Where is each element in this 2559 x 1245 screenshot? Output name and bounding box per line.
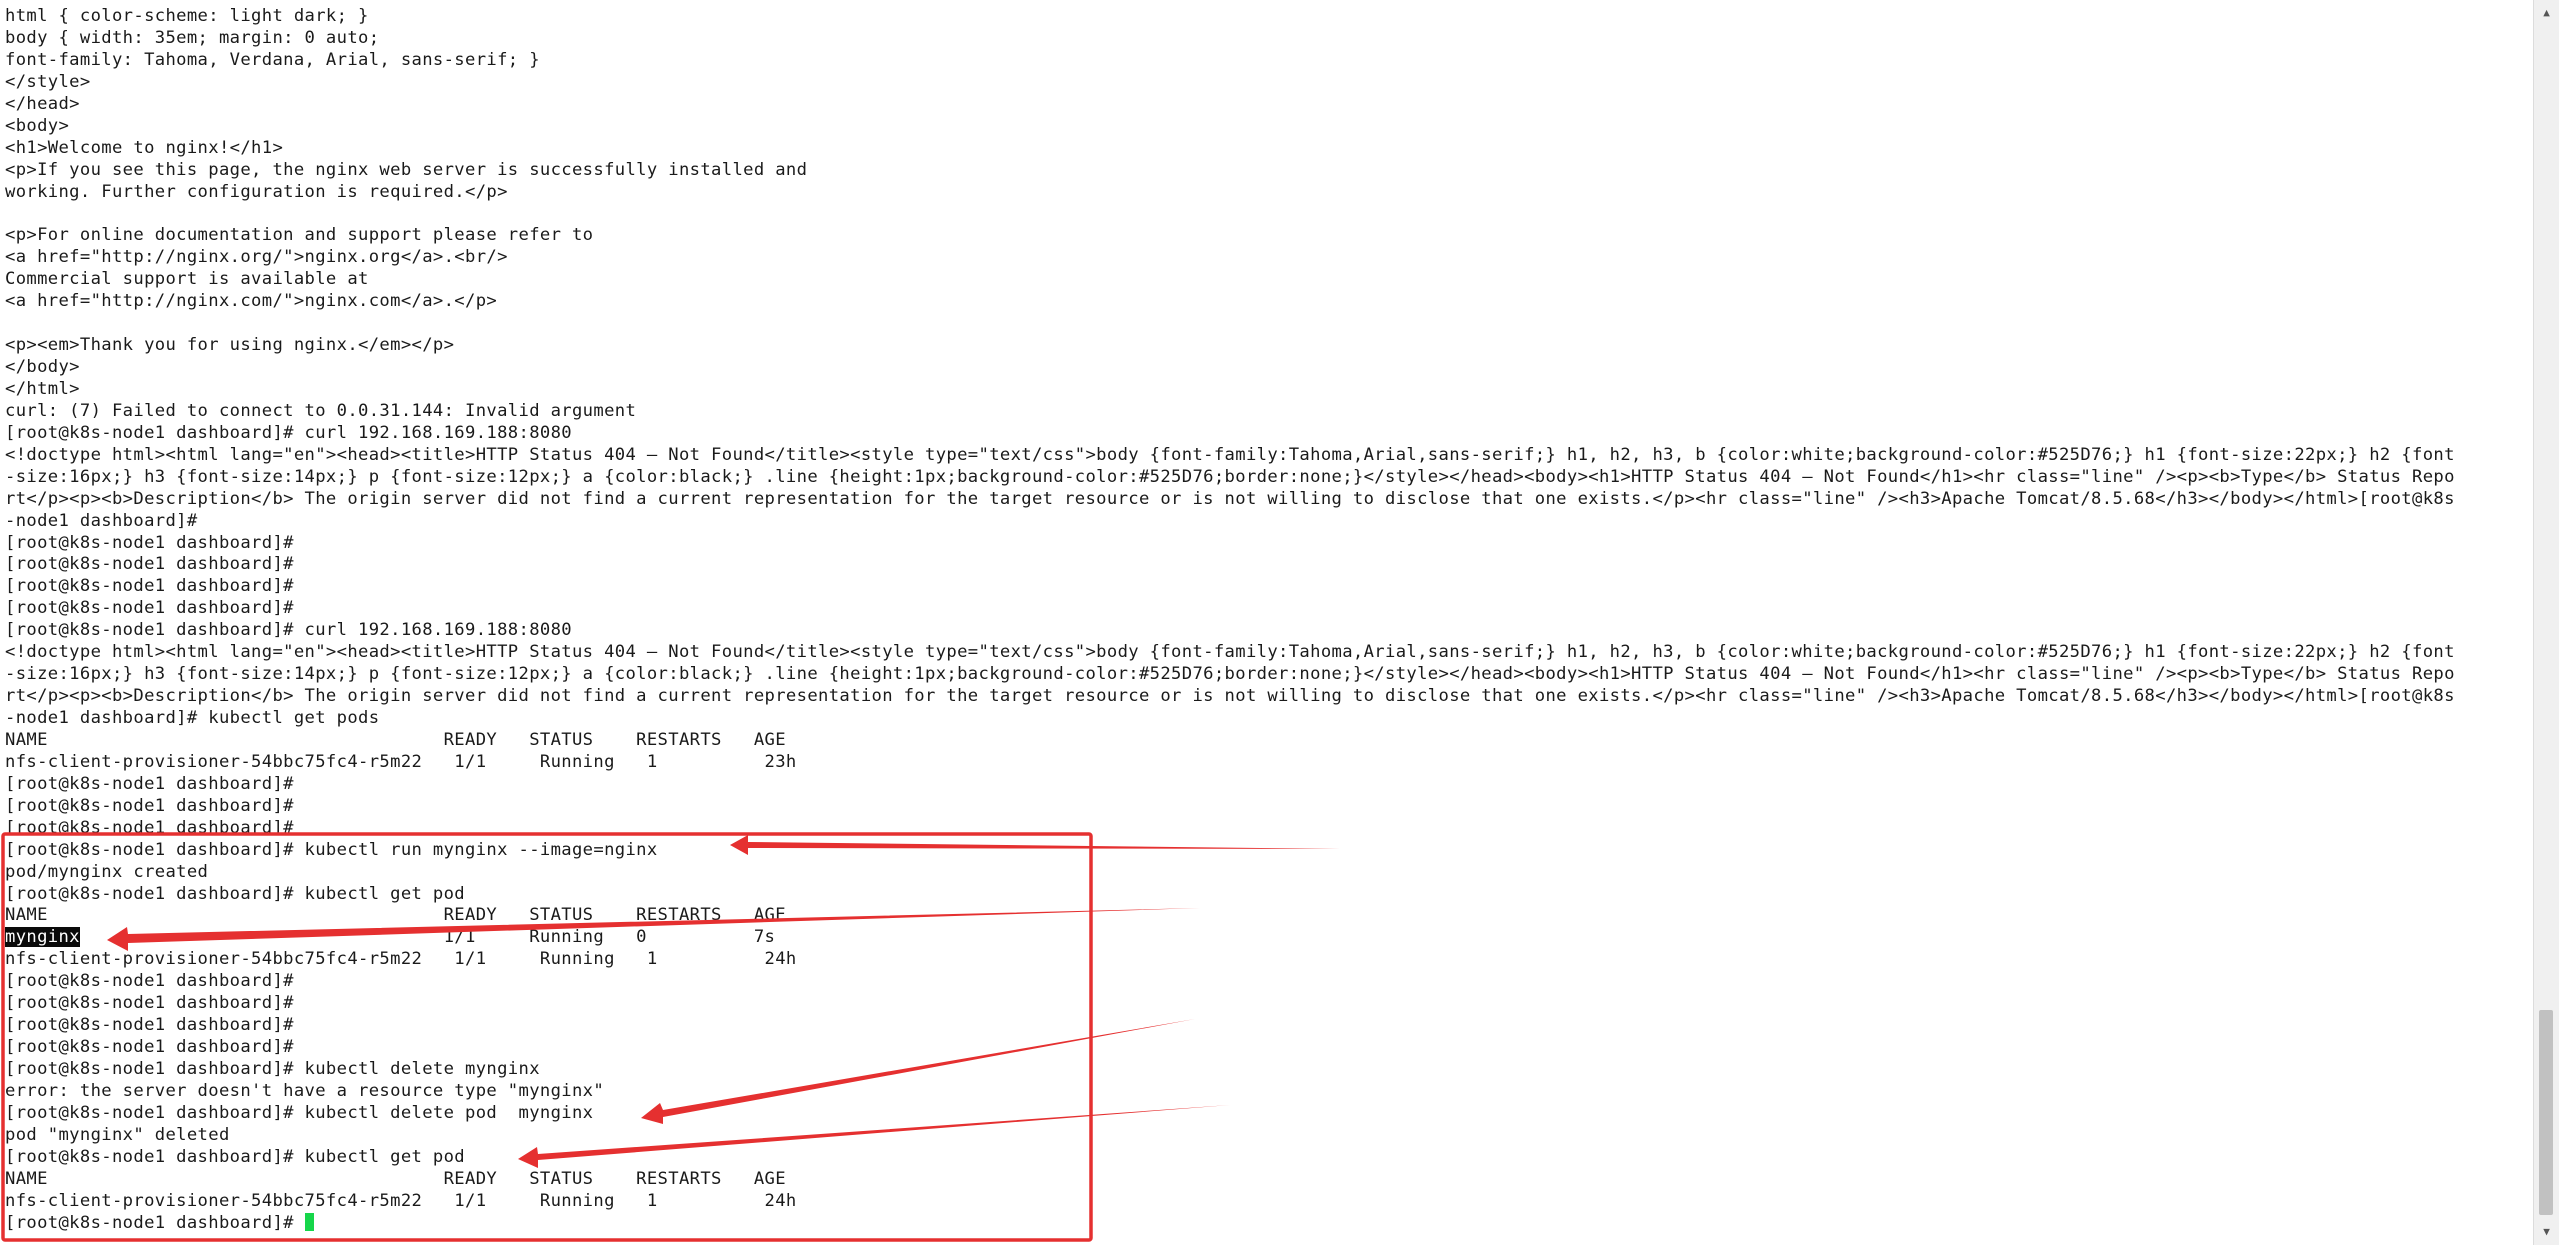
annotation-highlight-box bbox=[1, 832, 1093, 1242]
annotation-arrow-run bbox=[730, 835, 1340, 855]
annotation-arrow-selected-pod bbox=[107, 908, 1200, 951]
annotation-arrow-get-pod bbox=[518, 1105, 1230, 1168]
annotation-arrow-delete-pod bbox=[641, 1019, 1195, 1124]
annotation-layer bbox=[1, 832, 1340, 1242]
